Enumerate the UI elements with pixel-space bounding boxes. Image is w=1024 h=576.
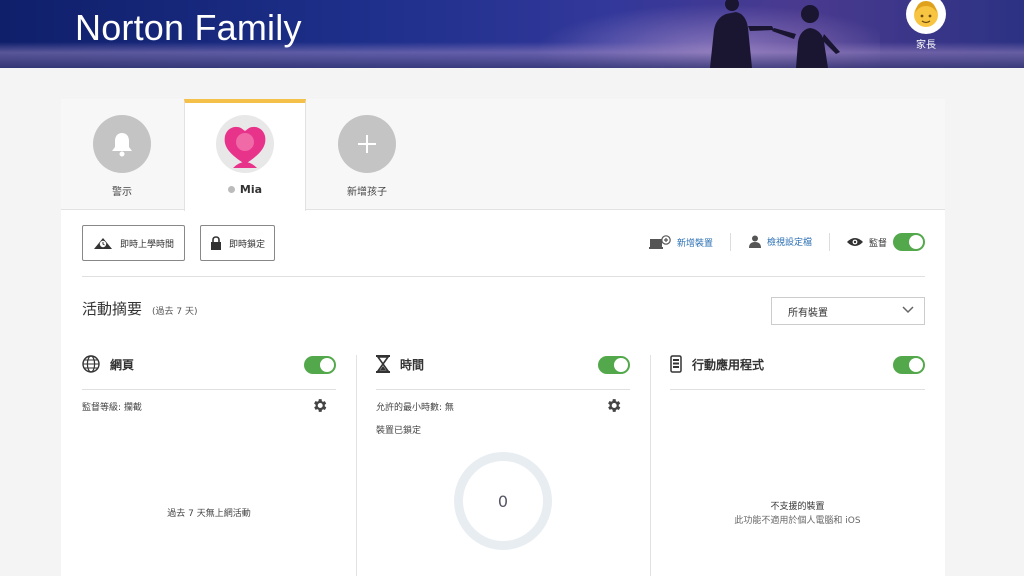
- tab-alerts[interactable]: 警示: [61, 99, 183, 210]
- activity-summary-title: 活動摘要: [82, 300, 143, 318]
- time-usage-value: 0: [497, 491, 509, 511]
- toolbar-divider: [829, 233, 830, 251]
- add-device-label: 新增裝置: [677, 238, 714, 249]
- brand-title: Norton Family: [75, 7, 302, 48]
- tab-mia-label: Mia: [185, 183, 305, 196]
- hourglass-icon: [376, 355, 390, 373]
- supervise-control: 監督: [847, 233, 926, 251]
- device-select-value: 所有裝置: [788, 307, 828, 319]
- time-allowed-hours: 允許的最小時數: 無: [376, 403, 454, 413]
- web-empty-message: 過去 7 天無上網活動: [167, 509, 251, 519]
- web-settings-gear-icon[interactable]: [311, 397, 328, 414]
- mobile-unsupported-desc: 此功能不適用於個人電腦和 iOS: [734, 516, 861, 526]
- time-device-locked: 裝置已鎖定: [376, 426, 422, 436]
- instant-lock-button[interactable]: 即時鎖定: [200, 225, 275, 261]
- person-icon: [749, 235, 761, 248]
- tab-child-mia[interactable]: Mia: [184, 99, 306, 211]
- app-header: Norton Family 家長: [0, 0, 1024, 68]
- mobile-toggle[interactable]: [893, 356, 925, 374]
- instant-lock-label: 即時鎖定: [228, 239, 265, 250]
- web-toggle[interactable]: [304, 356, 336, 374]
- add-child-circle: [338, 115, 396, 173]
- view-profile-link[interactable]: 檢視設定檔: [749, 235, 812, 248]
- main-card: 警示 Mia 新增孩子 即時上學時間 即時鎖定 新增裝置 檢視設定檔 監督 活動…: [61, 99, 945, 576]
- mobile-phone-icon: [670, 355, 682, 373]
- web-panel-title: 網頁: [82, 355, 134, 373]
- instant-school-time-label: 即時上學時間: [119, 239, 174, 250]
- plus-icon: [358, 135, 376, 153]
- web-supervision-level: 監督等級: 攔截: [82, 403, 142, 413]
- panel-divider: [356, 355, 357, 576]
- tab-add-child-label: 新增孩子: [347, 187, 387, 198]
- lock-icon: [210, 236, 221, 250]
- child-tabs-bar: 警示 Mia 新增孩子: [61, 99, 945, 211]
- supervise-toggle[interactable]: [893, 233, 926, 251]
- parent-label: 家長: [916, 40, 936, 51]
- web-title-text: 網頁: [110, 357, 135, 372]
- mobile-unsupported-title: 不支援的裝置: [770, 502, 825, 512]
- time-title-text: 時間: [400, 357, 425, 372]
- parent-avatar-icon: [906, 0, 946, 34]
- family-silhouette-image: [710, 0, 840, 68]
- time-toggle[interactable]: [598, 356, 630, 374]
- time-panel-title: 時間: [376, 355, 424, 373]
- globe-icon: [82, 355, 100, 373]
- add-device-link[interactable]: 新增裝置: [649, 235, 713, 249]
- alerts-circle: [93, 115, 151, 173]
- mobile-panel-title: 行動應用程式: [670, 355, 764, 373]
- time-settings-gear-icon[interactable]: [605, 397, 622, 414]
- activity-summary-period: (過去 7 天): [152, 307, 198, 317]
- mobile-title-text: 行動應用程式: [692, 357, 765, 372]
- device-select[interactable]: 所有裝置: [771, 297, 925, 325]
- tab-add-child[interactable]: 新增孩子: [306, 99, 428, 210]
- mia-avatar: [216, 115, 274, 173]
- time-usage-ring: 0: [454, 452, 552, 550]
- view-profile-label: 檢視設定檔: [767, 238, 813, 248]
- instant-school-time-button[interactable]: 即時上學時間: [82, 225, 185, 261]
- chevron-down-icon: [902, 306, 914, 314]
- status-dot: [227, 186, 235, 193]
- parent-profile[interactable]: 家長: [904, 0, 948, 51]
- web-panel-divider: [82, 389, 336, 390]
- time-panel-divider: [376, 389, 630, 390]
- eye-icon: [847, 238, 863, 246]
- mobile-panel-divider: [670, 389, 925, 390]
- child-avatar-icon: [224, 126, 266, 168]
- panel-divider: [650, 355, 651, 576]
- toolbar-divider: [730, 233, 731, 251]
- supervise-label: 監督: [869, 238, 888, 249]
- child-name: Mia: [239, 183, 263, 196]
- tab-alerts-label: 警示: [112, 187, 132, 198]
- school-time-icon: [93, 238, 112, 249]
- add-device-icon: [649, 235, 671, 249]
- toolbar-divider-line: [82, 276, 925, 277]
- bell-icon: [112, 133, 132, 157]
